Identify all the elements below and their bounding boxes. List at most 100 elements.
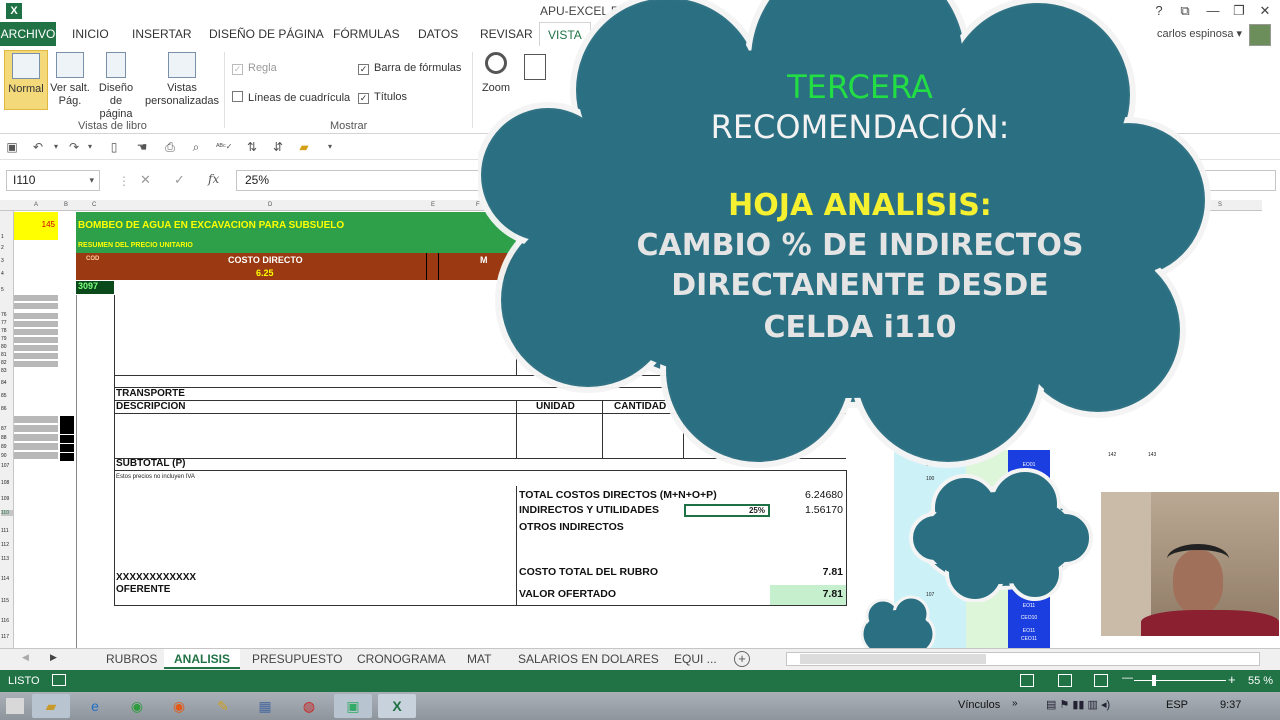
blue-column-label[interactable]: EO11 <box>1008 628 1050 634</box>
gray-cell[interactable] <box>14 321 58 328</box>
excel-taskbar-icon[interactable]: X <box>378 694 416 718</box>
app-icon[interactable]: ▦ <box>246 694 284 718</box>
scroll-right-icon[interactable]: ▶ <box>50 652 57 663</box>
vinculos-toolbar[interactable]: Vínculos <box>958 699 1000 711</box>
close-button[interactable]: ✕ <box>1252 2 1278 20</box>
blue-column-label[interactable]: EO11 <box>1008 603 1050 609</box>
zoom-out-icon[interactable]: — <box>1122 672 1133 684</box>
row-number[interactable]: 3 <box>1 258 13 264</box>
gray-cell[interactable] <box>14 416 58 424</box>
row-number[interactable]: 81 <box>1 352 13 358</box>
blue-column-label[interactable]: CEO11 <box>1008 636 1050 642</box>
col-header-d[interactable]: D <box>268 202 272 208</box>
row-number[interactable]: 117 <box>1 634 13 640</box>
row-number[interactable]: 88 <box>1 435 13 441</box>
avatar[interactable] <box>1249 24 1271 46</box>
total-costos-directos-label[interactable]: TOTAL COSTOS DIRECTOS (M+N+O+P) <box>519 489 717 501</box>
costo-directo-value[interactable]: 6.25 <box>256 268 274 278</box>
cancel-icon[interactable]: ✕ <box>140 172 151 188</box>
tray-icons[interactable]: ▤ ⚑ ▮▮ ▥ ◂) <box>1046 698 1110 711</box>
row-number[interactable]: 5 <box>1 287 13 293</box>
sheet-tab-mat[interactable]: MAT <box>457 649 501 669</box>
page-break-view-button[interactable]: Ver salt. Pág. <box>48 50 92 110</box>
excel-app-icon[interactable]: X <box>6 3 22 19</box>
gray-cell[interactable] <box>14 425 58 433</box>
gray-cell[interactable] <box>14 329 58 336</box>
gray-cell[interactable] <box>14 345 58 352</box>
black-cell[interactable] <box>60 444 74 452</box>
more-options-icon[interactable]: ⋮ <box>118 174 130 188</box>
row-number[interactable]: 77 <box>1 320 13 326</box>
row-number[interactable]: 112 <box>1 542 13 548</box>
sheet-title[interactable]: BOMBEO DE AGUA EN EXCAVACION PARA SUBSUE… <box>78 220 344 231</box>
scroll-left-icon[interactable]: ◀ <box>22 652 29 663</box>
sort-descending-icon[interactable]: ⇵ <box>270 139 286 155</box>
gray-cell[interactable] <box>14 361 58 368</box>
app-icon[interactable]: ▣ <box>334 694 372 718</box>
total-costos-directos-value[interactable]: 6.24680 <box>743 489 843 501</box>
add-sheet-icon[interactable]: + <box>734 651 750 667</box>
row-number-selected[interactable]: 110 <box>1 510 13 516</box>
normal-view-icon[interactable] <box>1020 674 1034 687</box>
new-document-icon[interactable]: ▯ <box>106 139 122 155</box>
save-icon[interactable]: ▣ <box>4 139 20 155</box>
indirectos-label[interactable]: INDIRECTOS Y UTILIDADES <box>519 504 659 516</box>
clock[interactable]: 9:37 <box>1220 699 1241 711</box>
language-indicator[interactable]: ESP <box>1166 699 1188 711</box>
xxx-cell[interactable]: XXXXXXXXXXXX <box>116 572 196 583</box>
app-icon[interactable]: ◍ <box>290 694 328 718</box>
headings-checkbox[interactable]: ✓ Títulos <box>358 91 407 104</box>
formula-bar-checkbox[interactable]: ✓ Barra de fórmulas <box>358 62 461 75</box>
col-header-a[interactable]: A <box>34 202 38 208</box>
row-number[interactable]: 113 <box>1 556 13 562</box>
spelling-icon[interactable]: ᴬᴮᶜ✓ <box>216 139 232 155</box>
sheet-subtitle[interactable]: RESUMEN DEL PRECIO UNITARIO <box>78 242 193 249</box>
code-cell[interactable]: 3097 <box>76 281 114 294</box>
tab-archivo[interactable]: ARCHIVO <box>0 22 56 46</box>
sort-ascending-icon[interactable]: ⇅ <box>244 139 260 155</box>
row-number[interactable]: 78 <box>1 328 13 334</box>
costo-total-value[interactable]: 7.81 <box>743 566 843 578</box>
touch-mode-icon[interactable]: ☚ <box>134 139 150 155</box>
gray-cell[interactable] <box>14 353 58 360</box>
row-number[interactable]: 87 <box>1 426 13 432</box>
sheet-tab-salarios[interactable]: SALARIOS EN DOLARES <box>508 649 669 669</box>
cell-i110-indirectos-percent[interactable]: 25% <box>684 504 770 517</box>
chrome-icon[interactable]: ◉ <box>118 694 156 718</box>
macro-record-icon[interactable] <box>52 674 66 686</box>
redo-dropdown-icon[interactable]: ▾ <box>82 139 98 155</box>
page-break-icon[interactable] <box>1094 674 1108 687</box>
fx-icon[interactable]: fx <box>208 172 219 186</box>
zoom-level[interactable]: 55 % <box>1248 675 1273 687</box>
sheet-tab-presupuesto[interactable]: PRESUPUESTO <box>242 649 352 669</box>
sheet-tab-cronograma[interactable]: CRONOGRAMA <box>347 649 456 669</box>
gray-cell[interactable] <box>14 313 58 320</box>
row-number[interactable]: 80 <box>1 344 13 350</box>
file-explorer-icon[interactable]: ▰ <box>32 694 70 718</box>
iva-note[interactable]: Estos precios no incluyen IVA <box>116 474 195 480</box>
row-number[interactable]: 111 <box>1 528 13 534</box>
tab-diseno-pagina[interactable]: DISEÑO DE PÁGINA <box>201 22 332 46</box>
zoom-slider-handle[interactable] <box>1152 675 1156 686</box>
print-icon[interactable]: ⎙ <box>162 139 178 155</box>
print-preview-icon[interactable]: ⌕ <box>188 139 204 155</box>
cod-label[interactable]: COD <box>86 256 99 262</box>
customize-qat-icon[interactable]: ▾ <box>322 139 338 155</box>
undo-icon[interactable]: ↶ <box>30 139 46 155</box>
regla-checkbox[interactable]: ✓ Regla <box>232 62 277 75</box>
gridlines-checkbox[interactable]: Líneas de cuadrícula <box>232 91 350 104</box>
row-number[interactable]: 83 <box>1 368 13 374</box>
row-number[interactable]: 2 <box>1 245 13 251</box>
tab-formulas[interactable]: FÓRMULAS <box>325 22 408 46</box>
row-number[interactable]: 76 <box>1 312 13 318</box>
valor-ofertado-label[interactable]: VALOR OFERTADO <box>519 588 616 600</box>
subtotal-label[interactable]: SUBTOTAL (P) <box>116 458 185 469</box>
cell-a1[interactable]: 145 <box>14 212 58 240</box>
horizontal-scrollbar-thumb[interactable] <box>800 654 986 664</box>
row-number[interactable]: 114 <box>1 576 13 582</box>
row-number[interactable]: 115 <box>1 598 13 604</box>
row-number[interactable]: 1 <box>1 234 13 240</box>
row-number[interactable]: 85 <box>1 393 13 399</box>
row-number[interactable]: 89 <box>1 444 13 450</box>
col-header-c[interactable]: C <box>92 202 96 208</box>
